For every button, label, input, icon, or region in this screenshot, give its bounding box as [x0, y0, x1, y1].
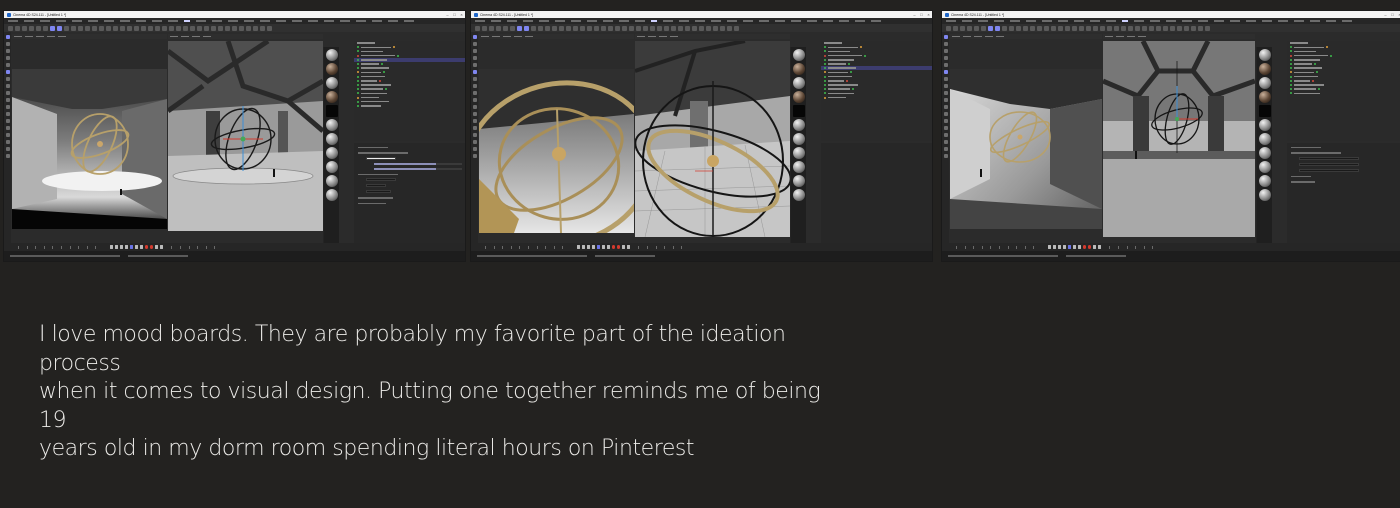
minimize-icon[interactable]: –	[444, 11, 451, 18]
maximize-icon[interactable]: □	[1389, 11, 1396, 18]
page: Cinema 4D S24.111 - [Untitled 1 *] – □ ×	[0, 0, 1400, 508]
material-swatch[interactable]	[1258, 91, 1271, 103]
tool-bar[interactable]	[4, 24, 465, 32]
viewport-menu[interactable]	[635, 34, 790, 39]
material-swatch[interactable]	[792, 105, 805, 117]
perspective-viewport[interactable]	[1103, 41, 1255, 237]
material-swatch[interactable]	[325, 161, 338, 173]
playback-controls[interactable]	[109, 245, 164, 249]
material-swatch[interactable]	[325, 119, 338, 131]
caption-paragraph: I love mood boards. They are probably my…	[39, 321, 829, 464]
viewport-menu[interactable]	[168, 34, 323, 39]
caption-line: years old in my dorm room spending liter…	[39, 436, 695, 461]
render-viewport[interactable]	[950, 69, 1102, 229]
tool-bar[interactable]	[942, 24, 1400, 32]
left-tool-palette[interactable]	[4, 32, 11, 249]
material-column[interactable]	[791, 47, 806, 249]
render-viewport[interactable]	[479, 69, 634, 233]
material-swatch[interactable]	[325, 49, 338, 61]
window-title: Cinema 4D S24.111 - [Untitled 1 *]	[480, 12, 534, 17]
status-bar	[942, 251, 1400, 261]
material-swatch[interactable]	[1258, 189, 1271, 201]
attribute-manager[interactable]	[354, 143, 465, 248]
material-swatch[interactable]	[325, 147, 338, 159]
material-column[interactable]	[324, 47, 339, 249]
material-swatch[interactable]	[325, 189, 338, 201]
material-swatch[interactable]	[792, 119, 805, 131]
window-title: Cinema 4D S24.111 - [Untitled 1 *]	[951, 12, 1005, 17]
maximize-icon[interactable]: □	[918, 11, 925, 18]
left-tool-palette[interactable]	[471, 32, 478, 249]
material-swatch[interactable]	[792, 133, 805, 145]
app-icon	[945, 12, 949, 17]
material-swatch[interactable]	[325, 175, 338, 187]
material-swatch[interactable]	[1258, 49, 1271, 61]
viewport-menu[interactable]	[1103, 34, 1255, 39]
material-swatch[interactable]	[792, 175, 805, 187]
material-swatch[interactable]	[792, 147, 805, 159]
window-title: Cinema 4D S24.111 - [Untitled 1 *]	[13, 12, 67, 17]
material-swatch[interactable]	[1258, 105, 1271, 117]
material-swatch[interactable]	[1258, 147, 1271, 159]
material-swatch[interactable]	[325, 77, 338, 89]
c4d-screenshot-1: Cinema 4D S24.111 - [Untitled 1 *] – □ ×	[3, 10, 466, 262]
left-tool-palette[interactable]	[942, 32, 949, 249]
material-swatch[interactable]	[325, 91, 338, 103]
attribute-manager[interactable]	[1287, 143, 1400, 248]
material-swatch[interactable]	[1258, 119, 1271, 131]
object-manager[interactable]	[354, 41, 465, 141]
minimize-icon[interactable]: –	[1382, 11, 1389, 18]
close-icon[interactable]: ×	[925, 11, 932, 18]
material-swatch[interactable]	[792, 77, 805, 89]
viewport-menu[interactable]	[950, 34, 1102, 39]
c4d-screenshot-3: Cinema 4D S24.111 - [Untitled 1 *] – □ ×	[941, 10, 1400, 262]
window-titlebar: Cinema 4D S24.111 - [Untitled 1 *] – □ ×	[4, 11, 465, 18]
c4d-screenshot-2: Cinema 4D S24.111 - [Untitled 1 *] – □ ×	[470, 10, 933, 262]
window-titlebar: Cinema 4D S24.111 - [Untitled 1 *] – □ ×	[942, 11, 1400, 18]
material-swatch[interactable]	[792, 49, 805, 61]
material-swatch[interactable]	[792, 189, 805, 201]
material-swatch[interactable]	[792, 63, 805, 75]
perspective-viewport[interactable]	[168, 41, 323, 231]
status-bar	[471, 251, 932, 261]
playback-controls[interactable]	[576, 245, 631, 249]
timeline[interactable]	[4, 243, 465, 251]
material-swatch[interactable]	[325, 63, 338, 75]
caption-line: when it comes to visual design. Putting …	[39, 379, 821, 433]
timeline[interactable]	[942, 243, 1400, 251]
status-bar	[4, 251, 465, 261]
material-swatch[interactable]	[325, 133, 338, 145]
object-manager[interactable]	[1287, 41, 1400, 141]
window-titlebar: Cinema 4D S24.111 - [Untitled 1 *] – □ ×	[471, 11, 932, 18]
viewport-menu[interactable]	[479, 34, 634, 39]
material-swatch[interactable]	[792, 91, 805, 103]
close-icon[interactable]: ×	[1396, 11, 1400, 18]
material-column[interactable]	[1257, 47, 1272, 249]
object-manager[interactable]	[821, 41, 932, 141]
material-swatch[interactable]	[1258, 63, 1271, 75]
material-swatch[interactable]	[325, 105, 338, 117]
material-swatch[interactable]	[792, 161, 805, 173]
viewport-menu[interactable]	[12, 34, 167, 39]
attribute-manager[interactable]	[821, 143, 932, 248]
playback-controls[interactable]	[1047, 245, 1102, 249]
app-icon	[7, 12, 11, 17]
tool-bar[interactable]	[471, 24, 932, 32]
material-swatch[interactable]	[1258, 133, 1271, 145]
material-swatch[interactable]	[1258, 77, 1271, 89]
perspective-viewport[interactable]	[635, 41, 790, 237]
timeline[interactable]	[471, 243, 932, 251]
material-swatch[interactable]	[1258, 161, 1271, 173]
material-swatch[interactable]	[1258, 175, 1271, 187]
app-icon	[474, 12, 478, 17]
close-icon[interactable]: ×	[458, 11, 465, 18]
render-viewport[interactable]	[12, 69, 167, 229]
minimize-icon[interactable]: –	[911, 11, 918, 18]
maximize-icon[interactable]: □	[451, 11, 458, 18]
caption-line: I love mood boards. They are probably my…	[39, 322, 786, 376]
